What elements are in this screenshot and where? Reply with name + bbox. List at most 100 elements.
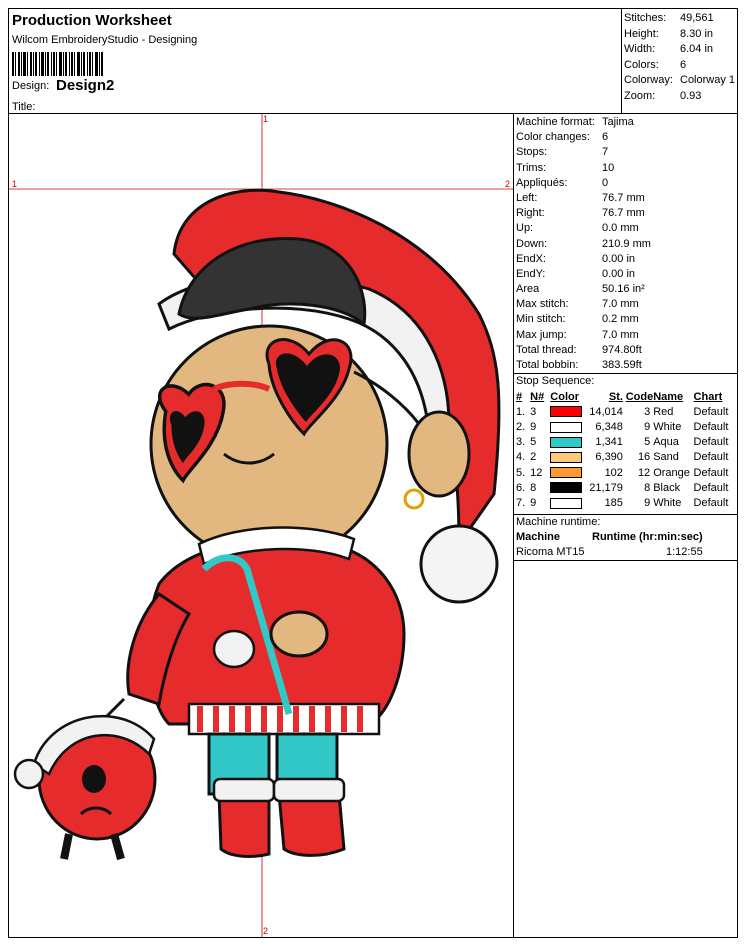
stop-stitches: 185	[604, 496, 623, 509]
stop-sequence-table: # N# Color St. Code Name Chart 1. 3 14,014 3 Red De…	[516, 389, 738, 510]
stop-header-cell: #	[516, 390, 523, 403]
machine-value: 0	[602, 176, 609, 189]
stop-sequence-title: Stop Sequence:	[516, 375, 595, 388]
stop-code: 9	[644, 496, 651, 509]
stop-chart: Default	[693, 496, 729, 509]
stop-code: 12	[637, 466, 651, 479]
machine-row: Max jump: 7.0 mm	[514, 328, 738, 343]
stop-color-name: Orange	[653, 466, 690, 479]
stop-index: 5.	[516, 466, 526, 479]
machine-label: Stops:	[516, 146, 548, 159]
header-left: Production Worksheet Wilcom EmbroiderySt…	[9, 9, 615, 113]
header-divider	[621, 9, 622, 113]
color-swatch	[550, 451, 583, 463]
earring	[403, 488, 425, 510]
machine-value: 76.7 mm	[602, 207, 645, 220]
machine-row: Stops: 7	[514, 145, 738, 160]
machine-row: EndY: 0.00 in	[514, 267, 738, 282]
machine-value: 0.0 mm	[602, 222, 639, 235]
stop-header-cell: Name	[653, 390, 684, 403]
machine-value: 76.7 mm	[602, 191, 645, 204]
machine-label: Area	[516, 283, 540, 296]
machine-row: EndX: 0.00 in	[514, 252, 738, 267]
stat-label: Width:	[624, 43, 656, 55]
stop-chart: Default	[693, 436, 729, 449]
stop-chart: Default	[693, 405, 729, 418]
section-divider	[514, 559, 738, 561]
machine-row: Left: 76.7 mm	[514, 191, 738, 206]
stat-row: Zoom: 0.93	[624, 89, 738, 105]
guide-marker-left: 1	[12, 179, 18, 189]
machine-label: Trims:	[516, 161, 547, 174]
guide-marker-top: 1	[263, 114, 269, 124]
stop-color-name: Sand	[653, 451, 679, 464]
table-row: 5. 12 102 12 Orange Default	[516, 465, 738, 480]
stop-stitches: 21,179	[589, 481, 623, 494]
color-swatch	[550, 482, 583, 494]
stat-label: Zoom:	[624, 89, 656, 102]
stat-row: Colors: 6	[624, 58, 738, 74]
stop-color	[550, 419, 586, 434]
stop-chart: Default	[693, 420, 729, 433]
stop-color-name: Aqua	[653, 436, 679, 449]
machine-row: Total thread: 974.80ft	[514, 343, 738, 358]
color-swatch	[550, 436, 583, 448]
machine-row: Min stitch: 0.2 mm	[514, 312, 738, 327]
hand	[269, 610, 329, 658]
machine-row: Area 50.16 in²	[514, 282, 738, 297]
stop-color	[550, 465, 586, 480]
runtime-header: Machine Runtime (hr:min:sec)	[514, 530, 738, 545]
stat-value: 6	[680, 58, 687, 71]
machine-label: Max stitch:	[516, 298, 569, 311]
boot-left	[217, 792, 271, 858]
boot-right	[277, 792, 346, 857]
machine-label: Right:	[516, 207, 545, 220]
machine-row: Up: 0.0 mm	[514, 221, 738, 236]
machine-label: Machine format:	[516, 116, 595, 128]
stop-color	[550, 450, 586, 465]
stat-row: Stitches: 49,561	[624, 11, 738, 27]
stat-label: Colors:	[624, 58, 659, 71]
runtime-col-machine: Machine	[516, 530, 561, 543]
stop-needle: 8	[530, 481, 537, 494]
machine-label: Total thread:	[516, 343, 577, 356]
stop-index: 1.	[516, 405, 526, 418]
stop-color	[550, 435, 586, 450]
machine-value: 383.59ft	[602, 359, 642, 371]
stat-value: Colorway 1	[680, 74, 736, 86]
table-row: 2. 9 6,348 9 White Default	[516, 419, 738, 434]
machine-value: 7.0 mm	[602, 298, 639, 311]
machine-value: 0.00 in	[602, 267, 636, 280]
stop-code: 5	[644, 436, 651, 449]
stop-index: 4.	[516, 451, 526, 464]
table-row: 1. 3 14,014 3 Red Default	[516, 404, 738, 419]
machine-label: Total bobbin:	[516, 359, 579, 371]
embroidery-artwork	[9, 114, 513, 938]
stop-stitches: 102	[604, 466, 623, 479]
machine-row: Down: 210.9 mm	[514, 237, 738, 252]
software-subtitle: Wilcom EmbroideryStudio - Designing	[12, 34, 198, 46]
machine-label: Down:	[516, 237, 548, 250]
machine-value: 7	[602, 146, 609, 159]
stop-index: 3.	[516, 436, 526, 449]
stop-index: 2.	[516, 420, 526, 433]
stop-header-cell: St.	[608, 390, 623, 403]
stat-value: 6.04 in	[680, 43, 714, 55]
worksheet-title: Production Worksheet	[12, 12, 172, 29]
table-row: 3. 5 1,341 5 Aqua Default	[516, 435, 738, 450]
machine-label: Color changes:	[516, 131, 590, 144]
stop-chart: Default	[693, 481, 729, 494]
machine-row: Appliqués: 0	[514, 176, 738, 191]
stop-code: 16	[637, 451, 651, 464]
runtime-row: Ricoma MT15 1:12:55	[514, 545, 738, 560]
title-label: Title:	[12, 101, 36, 113]
heart-character-eye	[82, 765, 106, 793]
stat-label: Colorway:	[624, 74, 673, 86]
design-preview: 1 1 2 2	[9, 114, 513, 938]
stat-row: Height: 8.30 in	[624, 27, 738, 43]
stop-code: 9	[644, 420, 651, 433]
design-name: Design2	[56, 77, 115, 94]
machine-row: Max stitch: 7.0 mm	[514, 297, 738, 312]
barcode-icon	[12, 52, 103, 76]
stop-stitches: 14,014	[589, 405, 623, 418]
